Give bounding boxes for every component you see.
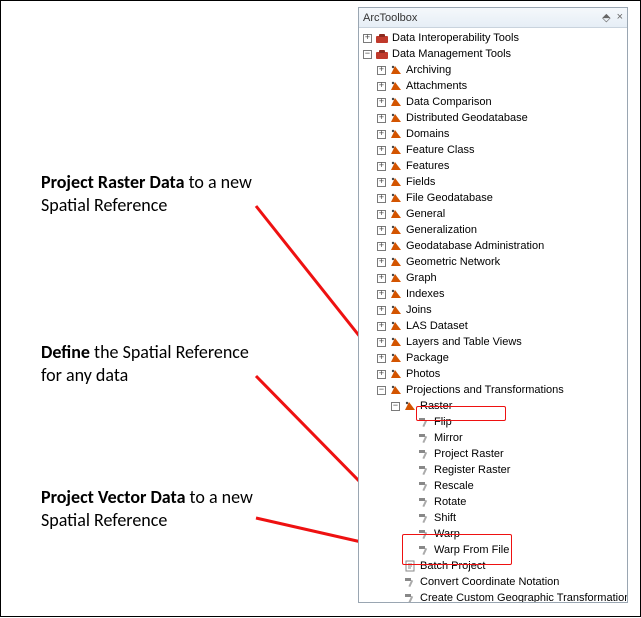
tool-rescale[interactable]: Rescale bbox=[405, 478, 625, 494]
hammer-icon bbox=[417, 495, 431, 509]
hammer-icon bbox=[403, 575, 417, 589]
annotation-project-raster: Project Raster Data to a new Spatial Ref… bbox=[41, 171, 271, 216]
tool-convert-coord[interactable]: Convert Coordinate Notation bbox=[391, 574, 625, 590]
toolset-icon bbox=[389, 207, 403, 221]
annotation-define: Define the Spatial Reference for any dat… bbox=[41, 341, 271, 386]
tool-project-raster[interactable]: Project Raster bbox=[405, 446, 625, 462]
toolset-icon bbox=[389, 159, 403, 173]
toolset-icon bbox=[389, 383, 403, 397]
toolset-icon bbox=[389, 143, 403, 157]
tool-shift[interactable]: Shift bbox=[405, 510, 625, 526]
toolset-icon bbox=[389, 95, 403, 109]
hammer-icon bbox=[417, 479, 431, 493]
projections-children: −Raster Flip Mirror Project Raster Regis… bbox=[391, 398, 625, 603]
tree-item[interactable]: +Distributed Geodatabase bbox=[377, 110, 625, 126]
tool-batch-project[interactable]: Batch Project bbox=[391, 558, 625, 574]
titlebar: ArcToolbox ⬘ × bbox=[359, 8, 627, 28]
tool-register-raster[interactable]: Register Raster bbox=[405, 462, 625, 478]
toolbox-icon bbox=[375, 31, 389, 45]
tree-item-data-interoperability[interactable]: + Data Interoperability Tools bbox=[363, 30, 625, 46]
toolset-icon bbox=[389, 287, 403, 301]
tree-item[interactable]: +Archiving bbox=[377, 62, 625, 78]
tree-item[interactable]: +Fields bbox=[377, 174, 625, 190]
toolset-icon bbox=[389, 223, 403, 237]
toolset-icon bbox=[389, 319, 403, 333]
tree-item[interactable]: +Attachments bbox=[377, 78, 625, 94]
hammer-icon bbox=[403, 591, 417, 603]
tree-item-raster-toolset[interactable]: −Raster bbox=[391, 398, 625, 414]
raster-children: Flip Mirror Project Raster Register Rast… bbox=[405, 414, 625, 558]
toolset-icon bbox=[389, 175, 403, 189]
toolset-icon bbox=[389, 239, 403, 253]
tree[interactable]: + Data Interoperability Tools − Data Man… bbox=[359, 28, 627, 603]
tool-flip[interactable]: Flip bbox=[405, 414, 625, 430]
hammer-icon bbox=[417, 463, 431, 477]
arctoolbox-panel: ArcToolbox ⬘ × + Data Interoperability T… bbox=[358, 7, 628, 603]
tree-item[interactable]: +Geodatabase Administration bbox=[377, 238, 625, 254]
tree-item[interactable]: +LAS Dataset bbox=[377, 318, 625, 334]
tree-item[interactable]: +Layers and Table Views bbox=[377, 334, 625, 350]
toolset-icon bbox=[389, 271, 403, 285]
tree-item[interactable]: +Geometric Network bbox=[377, 254, 625, 270]
tree-item[interactable]: +Photos bbox=[377, 366, 625, 382]
tree-item[interactable]: +Graph bbox=[377, 270, 625, 286]
tree-item[interactable]: +Features bbox=[377, 158, 625, 174]
toolset-icon bbox=[389, 367, 403, 381]
toolset-icon bbox=[389, 303, 403, 317]
toolset-icon bbox=[389, 79, 403, 93]
tree-item[interactable]: +Domains bbox=[377, 126, 625, 142]
toolset-icon bbox=[403, 399, 417, 413]
tool-warp[interactable]: Warp bbox=[405, 526, 625, 542]
toolset-icon bbox=[389, 351, 403, 365]
toolset-icon bbox=[389, 335, 403, 349]
hammer-icon bbox=[417, 527, 431, 541]
tree-item[interactable]: +General bbox=[377, 206, 625, 222]
tool-mirror[interactable]: Mirror bbox=[405, 430, 625, 446]
hammer-icon bbox=[417, 415, 431, 429]
data-management-children: +Archiving +Attachments +Data Comparison… bbox=[377, 62, 625, 603]
hammer-icon bbox=[417, 511, 431, 525]
toolset-icon bbox=[389, 191, 403, 205]
expander-icon[interactable]: − bbox=[363, 50, 372, 59]
annotations-layer: Project Raster Data to a new Spatial Ref… bbox=[1, 1, 361, 618]
toolset-icon bbox=[389, 255, 403, 269]
tree-item[interactable]: +File Geodatabase bbox=[377, 190, 625, 206]
close-icon[interactable]: × bbox=[617, 11, 623, 24]
tree-item-projections[interactable]: −Projections and Transformations bbox=[377, 382, 625, 398]
toolset-icon bbox=[389, 63, 403, 77]
hammer-icon bbox=[417, 447, 431, 461]
script-icon bbox=[403, 559, 417, 573]
tree-item[interactable]: +Feature Class bbox=[377, 142, 625, 158]
tree-item[interactable]: +Joins bbox=[377, 302, 625, 318]
tool-create-custom[interactable]: Create Custom Geographic Transformation bbox=[391, 590, 625, 603]
pin-icon[interactable]: ⬘ bbox=[602, 11, 610, 24]
tree-item[interactable]: +Indexes bbox=[377, 286, 625, 302]
tool-warp-from-file[interactable]: Warp From File bbox=[405, 542, 625, 558]
toolbox-icon bbox=[375, 47, 389, 61]
toolset-icon bbox=[389, 111, 403, 125]
tree-item[interactable]: +Data Comparison bbox=[377, 94, 625, 110]
tree-item-data-management[interactable]: − Data Management Tools bbox=[363, 46, 625, 62]
hammer-icon bbox=[417, 543, 431, 557]
tree-item[interactable]: +Generalization bbox=[377, 222, 625, 238]
tree-item[interactable]: +Package bbox=[377, 350, 625, 366]
annotation-project-vector: Project Vector Data to a new Spatial Ref… bbox=[41, 486, 271, 531]
toolset-icon bbox=[389, 127, 403, 141]
window-title: ArcToolbox bbox=[363, 12, 417, 24]
tool-rotate[interactable]: Rotate bbox=[405, 494, 625, 510]
expander-icon[interactable]: + bbox=[363, 34, 372, 43]
hammer-icon bbox=[417, 431, 431, 445]
